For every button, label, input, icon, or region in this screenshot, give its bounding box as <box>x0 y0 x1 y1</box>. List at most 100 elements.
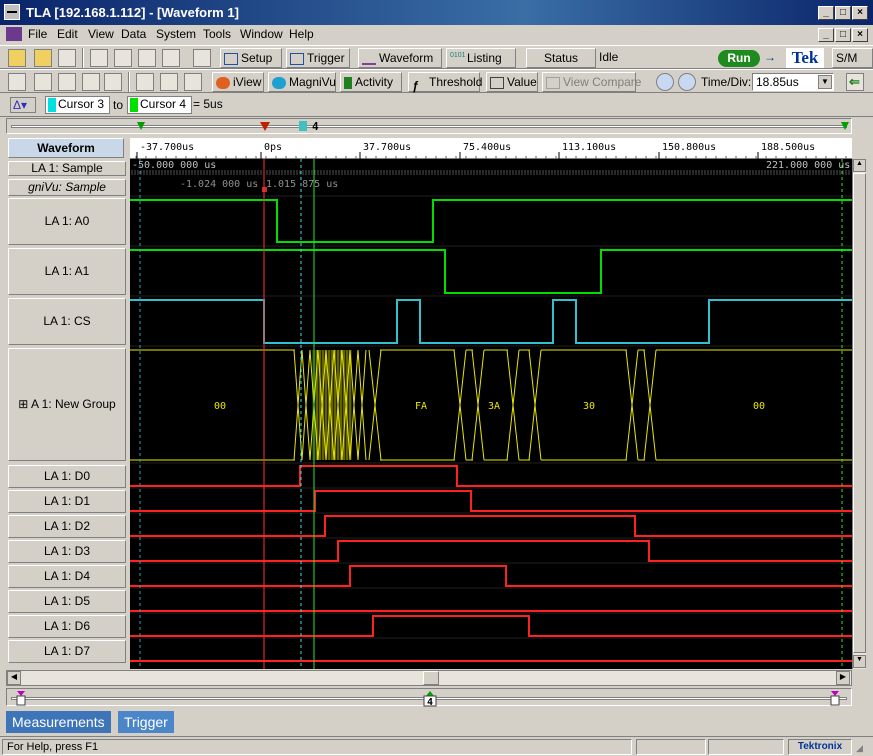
menu-edit[interactable]: Edit <box>57 27 78 41</box>
waveform-row-label[interactable]: LA 1: D0 <box>8 465 126 488</box>
scroll-down-icon[interactable]: ▼ <box>853 655 866 668</box>
menu-system[interactable]: System <box>156 27 196 41</box>
data-cursor4-arrow[interactable] <box>426 691 434 696</box>
child-restore-button[interactable]: □ <box>835 28 851 42</box>
scroll-up-icon[interactable]: ▲ <box>853 159 866 172</box>
overview-end-marker[interactable] <box>841 122 849 130</box>
data-begin-marker[interactable] <box>17 691 25 696</box>
timeline-overview[interactable]: 4 <box>6 118 852 134</box>
cursor-to-label: to <box>113 98 124 112</box>
status-button[interactable]: Status <box>526 48 596 68</box>
cursor3-color-swatch <box>48 98 56 112</box>
scroll-left-icon[interactable]: ◀ <box>7 671 21 685</box>
resize-grip-icon[interactable]: ◢ <box>856 743 863 754</box>
waveform-button[interactable]: Waveform <box>358 48 442 68</box>
expand-group-icon[interactable]: ⊞ <box>18 397 31 411</box>
scroll-right-icon[interactable]: ▶ <box>836 671 850 685</box>
menu-file[interactable]: File <box>28 27 47 41</box>
iview-button[interactable]: iView <box>212 72 264 92</box>
waveform-row-label[interactable]: LA 1: D6 <box>8 615 126 638</box>
waveform-row-label[interactable]: LA 1: D7 <box>8 640 126 663</box>
menu-window[interactable]: Window <box>240 27 283 41</box>
waveform-row-label[interactable]: LA 1: A1 <box>8 248 126 295</box>
setup-button[interactable]: Setup <box>220 48 282 68</box>
waveform-plot[interactable]: -50.000 000 us 221.000 000 us -1.024 000 u… <box>130 159 852 669</box>
move-icon[interactable] <box>58 73 76 91</box>
close-button[interactable]: × <box>852 6 868 20</box>
summary-icon[interactable] <box>138 49 156 67</box>
waveform-column-header[interactable]: Waveform <box>8 138 124 158</box>
activity-button[interactable]: Activity <box>340 72 402 92</box>
vertical-scrollbar[interactable]: ▲ ▼ <box>852 159 866 669</box>
chevron-down-icon[interactable]: ▼ <box>818 75 832 89</box>
bus-value: 30 <box>583 401 595 412</box>
menu-tools[interactable]: Tools <box>203 27 231 41</box>
sm-button[interactable]: S/M <box>832 48 873 68</box>
print-icon[interactable] <box>58 49 76 67</box>
zoom-in-icon[interactable] <box>678 73 696 91</box>
cursor-to-select[interactable]: Cursor 4 ▼ <box>127 96 192 126</box>
open-icon[interactable] <box>8 49 26 67</box>
value-icon <box>490 76 504 89</box>
maximize-button[interactable]: □ <box>835 6 851 20</box>
listing-button[interactable]: 0101Listing <box>446 48 516 68</box>
back-arrow-icon[interactable]: ⇐ <box>846 73 864 91</box>
waveform-row-label[interactable]: LA 1: A0 <box>8 198 126 245</box>
add-group-icon[interactable] <box>34 73 52 91</box>
waveform-row-label[interactable]: LA 1: D1 <box>8 490 126 513</box>
magnivu-button[interactable]: MagniVu <box>268 72 336 92</box>
data-end-marker[interactable] <box>831 691 839 696</box>
waveform-row-label[interactable]: gniVu: Sample <box>8 179 126 196</box>
waveform-row-label[interactable]: LA 1: D3 <box>8 540 126 563</box>
tools-icon[interactable] <box>193 49 211 67</box>
menu-data[interactable]: Data <box>121 27 146 41</box>
overview-cursor4-marker[interactable]: 4 <box>312 120 319 133</box>
tek-logo[interactable]: Tek <box>786 48 824 68</box>
paste-icon[interactable] <box>184 73 202 91</box>
minimize-button[interactable]: _ <box>818 6 834 20</box>
copy-icon[interactable] <box>160 73 178 91</box>
overview-cursor3-marker[interactable] <box>299 121 307 131</box>
tab-trigger[interactable]: Trigger <box>118 711 174 733</box>
data-overview[interactable]: 4 <box>6 688 852 707</box>
system-window-icon[interactable] <box>90 49 108 67</box>
cursor-from-select[interactable]: Cursor 3 ▼ <box>45 96 110 126</box>
properties-icon[interactable] <box>162 49 180 67</box>
overview-begin-marker[interactable] <box>137 122 145 130</box>
waveform-row-label[interactable]: LA 1: D2 <box>8 515 126 538</box>
trigger-button[interactable]: Trigger <box>286 48 350 68</box>
delta-icon[interactable]: Δ▾ <box>10 97 36 113</box>
threshold-button[interactable]: ƒ Threshold <box>408 72 482 93</box>
overview-trigger-marker[interactable] <box>260 122 270 131</box>
waveform-icon <box>362 53 376 65</box>
bus-value: 00 <box>214 401 226 412</box>
time-ruler[interactable]: -37.700us 0ps 37.700us 75.400us 113.100us 150… <box>130 138 852 159</box>
vertical-scroll-thumb[interactable] <box>853 173 866 653</box>
open-system-icon[interactable] <box>34 49 52 67</box>
d0-trace <box>130 465 852 487</box>
menu-help[interactable]: Help <box>289 27 314 41</box>
waveform-row-label[interactable]: ⊞ A 1: New Group <box>8 348 126 461</box>
child-minimize-button[interactable]: _ <box>818 28 834 42</box>
status-pane-1 <box>636 739 706 755</box>
waveform-row-label[interactable]: LA 1: CS <box>8 298 126 345</box>
waveform-row-label[interactable]: LA 1: D5 <box>8 590 126 613</box>
timediv-select[interactable]: 18.85us ▼ <box>752 73 834 91</box>
add-waveform-icon[interactable] <box>8 73 26 91</box>
child-close-button[interactable]: × <box>852 28 868 42</box>
tab-measurements[interactable]: Measurements <box>6 711 111 733</box>
view-compare-button[interactable]: View Compare <box>542 72 641 92</box>
value-button[interactable]: Value <box>486 72 538 92</box>
waveform-row-label[interactable]: LA 1: Sample <box>8 161 126 176</box>
d6-trace <box>130 615 852 637</box>
horizontal-scroll-thumb[interactable] <box>423 671 439 685</box>
zoom-out-icon[interactable] <box>656 73 674 91</box>
settings-icon[interactable] <box>104 73 122 91</box>
new-window-icon[interactable] <box>114 49 132 67</box>
run-button[interactable]: Run <box>718 50 760 67</box>
waveform-row-label[interactable]: LA 1: D4 <box>8 565 126 588</box>
cut-icon[interactable] <box>136 73 154 91</box>
horizontal-scrollbar[interactable]: ◀ ▶ <box>6 670 852 686</box>
add-mark-icon[interactable] <box>82 73 100 91</box>
menu-view[interactable]: View <box>88 27 114 41</box>
